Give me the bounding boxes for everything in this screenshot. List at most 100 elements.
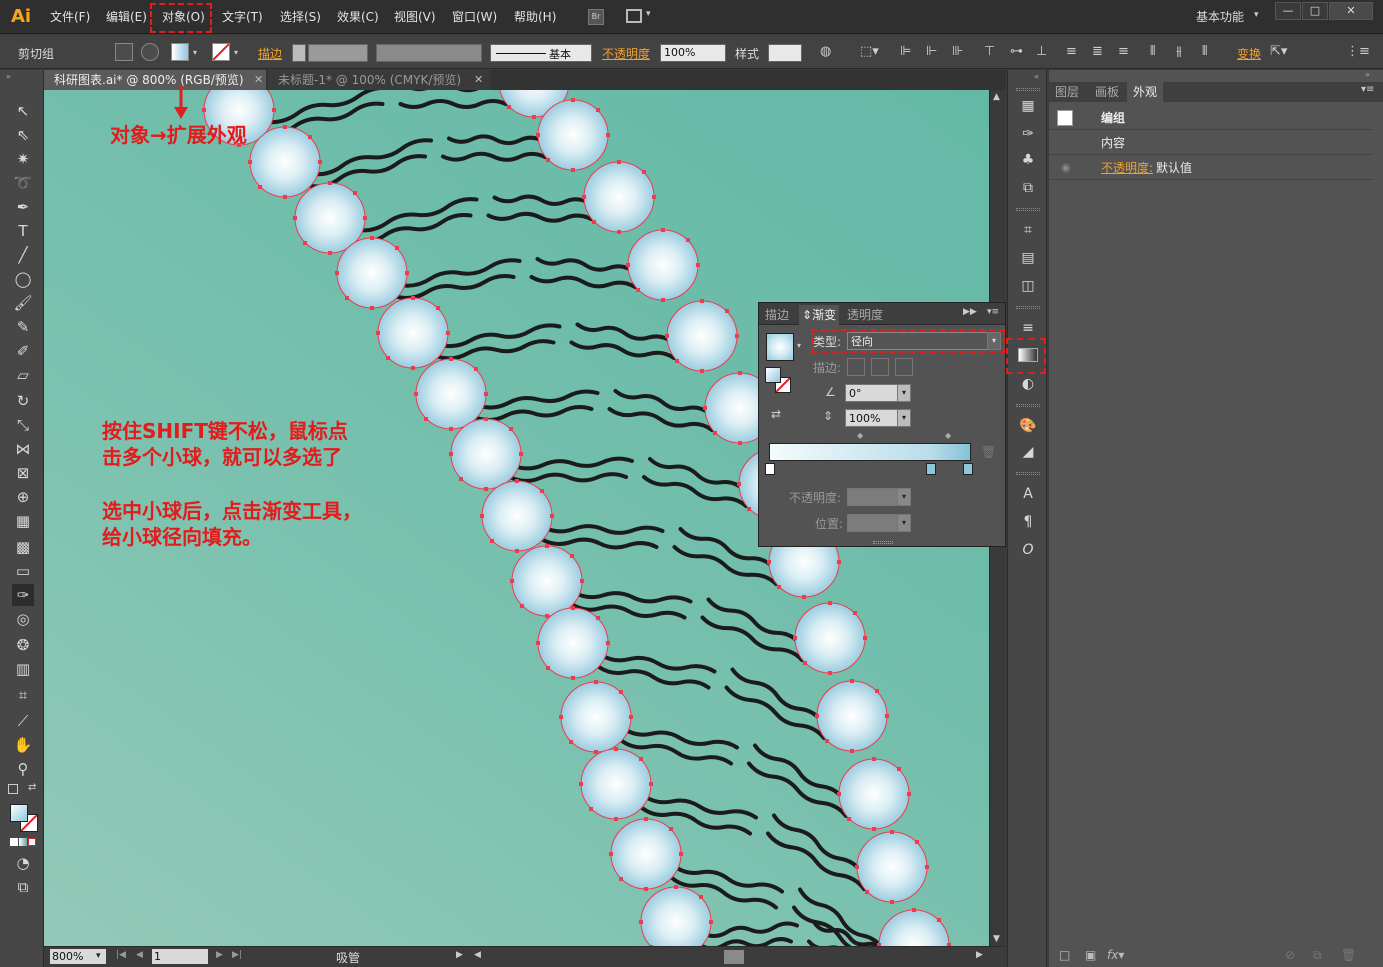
scroll-left-icon[interactable]: ◀ <box>474 950 481 960</box>
menu-help[interactable]: 帮助(H) <box>514 8 556 26</box>
fill-swatch[interactable] <box>171 43 189 61</box>
gradient-slider[interactable] <box>769 443 971 461</box>
menu-effect[interactable]: 效果(C) <box>337 8 379 26</box>
anchor-point[interactable] <box>328 181 332 185</box>
minimize-button[interactable]: — <box>1275 2 1301 20</box>
eraser-tool-icon[interactable]: ▱ <box>12 364 34 386</box>
chevron-down-icon[interactable]: ▾ <box>1254 10 1259 20</box>
symbols-icon[interactable]: ♣ <box>1018 150 1038 170</box>
anchor-point[interactable] <box>370 306 374 310</box>
midpoint-diamond-icon[interactable]: ◆ <box>857 431 863 440</box>
first-artboard-icon[interactable]: |◀ <box>116 950 126 960</box>
variable-width-profile[interactable] <box>376 44 482 62</box>
pen-tool-icon[interactable]: ✒ <box>12 196 34 218</box>
anchor-point[interactable] <box>652 195 656 199</box>
tab-gradient[interactable]: ⇕渐变 <box>799 305 840 325</box>
delete-item-icon[interactable]: 🗑 <box>1341 948 1356 962</box>
distribute-right-icon[interactable]: ⫴ <box>1202 44 1207 59</box>
anchor-point[interactable] <box>546 158 550 162</box>
zoom-tool-icon[interactable]: ⚲ <box>12 758 34 780</box>
anchor-point[interactable] <box>709 920 713 924</box>
width-tool-icon[interactable]: ⋈ <box>12 438 34 460</box>
anchor-point[interactable] <box>614 817 618 821</box>
color-guide-icon[interactable]: 🎨 <box>1018 416 1038 436</box>
anchor-point[interactable] <box>335 271 339 275</box>
hand-tool-icon[interactable]: ✋ <box>12 734 34 756</box>
anchor-point[interactable] <box>863 636 867 640</box>
graphic-style-swatch[interactable] <box>768 44 802 62</box>
anchor-point[interactable] <box>449 452 453 456</box>
anchor-point[interactable] <box>579 782 583 786</box>
distribute-middle-icon[interactable]: ≣ <box>1092 44 1103 59</box>
fill-color-swatch[interactable] <box>10 804 28 822</box>
anchor-point[interactable] <box>490 539 494 543</box>
anchor-point[interactable] <box>639 757 643 761</box>
anchor-point[interactable] <box>569 740 573 744</box>
anchor-point[interactable] <box>283 195 287 199</box>
tab-artboards[interactable]: 画板 <box>1089 82 1125 102</box>
align-center-icon[interactable]: ⊩ <box>926 44 937 59</box>
panel-grip[interactable] <box>1016 208 1040 211</box>
panel-grip[interactable] <box>1016 404 1040 407</box>
anchor-point[interactable] <box>318 160 322 164</box>
anchor-point[interactable] <box>571 676 575 680</box>
anchor-point[interactable] <box>675 359 679 363</box>
anchor-point[interactable] <box>636 288 640 292</box>
gradient-preview-swatch[interactable] <box>766 333 794 361</box>
opentype-icon[interactable]: O <box>1018 540 1038 560</box>
tab-scientific-chart[interactable]: 科研图表.ai* @ 800% (RGB/预览) <box>44 70 266 90</box>
stroke-across-icon[interactable] <box>895 358 913 376</box>
expand-icon[interactable]: ▶▶ <box>963 307 977 317</box>
anchor-point[interactable] <box>737 482 741 486</box>
anchor-point[interactable] <box>345 296 349 300</box>
paragraph-icon[interactable]: ¶ <box>1018 512 1038 532</box>
anchor-point[interactable] <box>202 108 206 112</box>
chevron-down-icon[interactable]: ▾ <box>193 48 197 57</box>
add-fill-icon[interactable]: ▣ <box>1085 948 1096 962</box>
anchor-point[interactable] <box>626 263 630 267</box>
mesh-tool-icon[interactable]: ▩ <box>12 536 34 558</box>
anchor-point[interactable] <box>828 601 832 605</box>
midpoint-diamond-icon[interactable]: ◆ <box>945 431 951 440</box>
paintbrush-tool-icon[interactable]: 🖌 <box>12 292 34 314</box>
anchor-point[interactable] <box>699 895 703 899</box>
anchor-point[interactable] <box>515 549 519 553</box>
anchor-point[interactable] <box>411 366 415 370</box>
collapse-icon[interactable]: » <box>6 72 11 81</box>
anchor-point[interactable] <box>803 661 807 665</box>
appearance-opacity-row[interactable]: ◉ 不透明度: 默认值 <box>1049 156 1373 180</box>
panel-grip[interactable] <box>1016 306 1040 309</box>
anchor-point[interactable] <box>363 216 367 220</box>
anchor-point[interactable] <box>802 595 806 599</box>
anchor-point[interactable] <box>738 441 742 445</box>
anchor-point[interactable] <box>405 271 409 275</box>
anchor-point[interactable] <box>536 133 540 137</box>
anchor-point[interactable] <box>696 263 700 267</box>
anchor-point[interactable] <box>449 357 453 361</box>
opacity-input[interactable]: 100% <box>660 44 726 62</box>
gradient-stop-start[interactable] <box>765 463 775 475</box>
anchor-point[interactable] <box>897 767 901 771</box>
stop-location-input[interactable] <box>847 514 899 532</box>
menu-view[interactable]: 视图(V) <box>394 8 436 26</box>
stroke-weight-stepper[interactable] <box>292 44 306 62</box>
stroke-swatch[interactable] <box>212 43 230 61</box>
chevron-down-icon[interactable]: ▾ <box>897 488 911 506</box>
anchor-point[interactable] <box>474 367 478 371</box>
anchor-point[interactable] <box>540 489 544 493</box>
distribute-center-icon[interactable]: ⫵ <box>1176 44 1182 59</box>
menu-window[interactable]: 窗口(W) <box>452 8 497 26</box>
anchor-point[interactable] <box>865 890 869 894</box>
panel-grip[interactable] <box>1016 472 1040 475</box>
anchor-point[interactable] <box>619 877 623 881</box>
anchor-point[interactable] <box>850 749 854 753</box>
rotate-tool-icon[interactable]: ↻ <box>12 390 34 412</box>
next-artboard-icon[interactable]: ▶ <box>216 950 223 960</box>
fx-icon[interactable]: fx▾ <box>1107 948 1124 962</box>
anchor-point[interactable] <box>661 298 665 302</box>
panel-grip[interactable] <box>1016 88 1040 91</box>
anchor-point[interactable] <box>713 431 717 435</box>
anchor-point[interactable] <box>596 108 600 112</box>
menu-edit[interactable]: 编辑(E) <box>106 8 147 26</box>
anchor-point[interactable] <box>649 782 653 786</box>
